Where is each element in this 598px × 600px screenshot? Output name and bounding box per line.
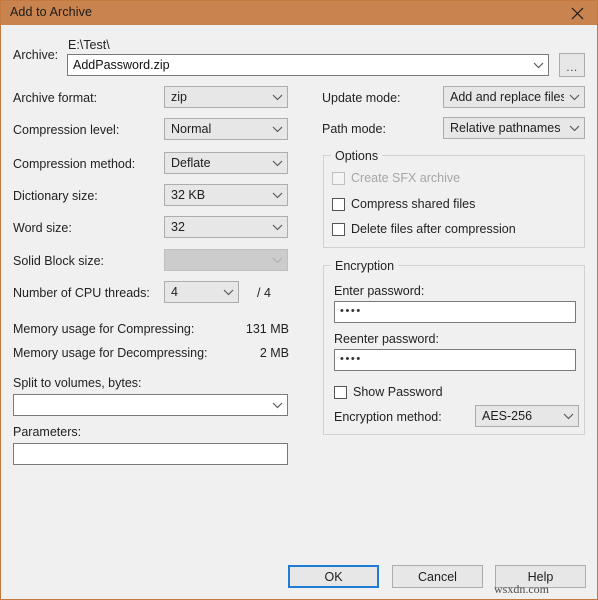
- split-volumes-input[interactable]: [13, 394, 288, 416]
- add-to-archive-dialog: Add to Archive Archive: E:\Test\ AddPass…: [0, 0, 598, 600]
- ok-button-label: OK: [324, 569, 343, 584]
- compression-method-label: Compression method:: [13, 157, 136, 171]
- encryption-method-select[interactable]: AES-256: [475, 405, 579, 427]
- memory-compressing-value: 131 MB: [245, 322, 289, 336]
- cpu-threads-total: / 4: [257, 286, 271, 300]
- browse-button[interactable]: ...: [559, 53, 585, 77]
- compression-method-select[interactable]: Deflate: [164, 152, 288, 174]
- compression-level-select[interactable]: Normal: [164, 118, 288, 140]
- show-password-checkbox[interactable]: [334, 385, 347, 399]
- archive-name-input[interactable]: AddPassword.zip: [67, 54, 549, 76]
- encryption-group-title: Encryption: [331, 259, 399, 273]
- compression-level-label: Compression level:: [13, 123, 120, 137]
- archive-format-label: Archive format:: [13, 91, 98, 105]
- path-mode-value: Relative pathnames: [450, 121, 561, 135]
- parameters-input[interactable]: [13, 443, 288, 465]
- solid-block-size-select: [164, 249, 288, 271]
- delete-files-after-compression-checkbox-row[interactable]: Delete files after compression: [332, 222, 516, 236]
- delete-files-after-compression-label: Delete files after compression: [351, 222, 516, 236]
- window-title: Add to Archive: [10, 5, 93, 19]
- create-sfx-label: Create SFX archive: [351, 171, 461, 185]
- chevron-down-icon: [267, 94, 287, 101]
- enter-password-input[interactable]: ••••: [334, 301, 576, 323]
- parameters-label: Parameters:: [13, 425, 82, 439]
- create-sfx-checkbox: [332, 171, 345, 185]
- enter-password-label: Enter password:: [334, 284, 425, 298]
- show-password-checkbox-row[interactable]: Show Password: [334, 385, 443, 399]
- chevron-down-icon: [267, 402, 287, 409]
- cpu-threads-value: 4: [171, 285, 178, 299]
- chevron-down-icon: [267, 126, 287, 133]
- compress-shared-files-label: Compress shared files: [351, 197, 476, 211]
- encryption-method-value: AES-256: [482, 409, 533, 423]
- reenter-password-input[interactable]: ••••: [334, 349, 576, 371]
- close-icon: [571, 7, 583, 19]
- path-mode-label: Path mode:: [322, 122, 386, 136]
- watermark: wsxdn.com: [494, 582, 549, 596]
- title-bar: Add to Archive: [1, 1, 597, 25]
- update-mode-value: Add and replace files: [450, 90, 564, 104]
- archive-path-text: E:\Test\: [68, 38, 110, 52]
- encryption-method-label: Encryption method:: [334, 410, 442, 424]
- word-size-select[interactable]: 32: [164, 216, 288, 238]
- reenter-password-label: Reenter password:: [334, 332, 439, 346]
- split-volumes-label: Split to volumes, bytes:: [13, 376, 142, 390]
- memory-decompressing-label: Memory usage for Decompressing:: [13, 346, 208, 360]
- ok-button[interactable]: OK: [288, 565, 379, 588]
- chevron-down-icon: [267, 192, 287, 199]
- chevron-down-icon: [267, 224, 287, 231]
- enter-password-value: ••••: [340, 305, 362, 317]
- create-sfx-checkbox-row: Create SFX archive: [332, 171, 460, 185]
- close-button[interactable]: [555, 1, 597, 25]
- memory-compressing-label: Memory usage for Compressing:: [13, 322, 195, 336]
- chevron-down-icon: [564, 94, 584, 101]
- chevron-down-icon: [267, 160, 287, 167]
- word-size-label: Word size:: [13, 221, 72, 235]
- dictionary-size-select[interactable]: 32 KB: [164, 184, 288, 206]
- cpu-threads-select[interactable]: 4: [164, 281, 239, 303]
- archive-format-value: zip: [171, 90, 187, 104]
- compress-shared-files-checkbox-row[interactable]: Compress shared files: [332, 197, 475, 211]
- update-mode-label: Update mode:: [322, 91, 401, 105]
- archive-name-value: AddPassword.zip: [73, 58, 170, 72]
- options-group-title: Options: [331, 149, 383, 163]
- word-size-value: 32: [171, 220, 185, 234]
- archive-label: Archive:: [13, 48, 59, 62]
- delete-files-after-compression-checkbox[interactable]: [332, 222, 345, 236]
- dictionary-size-label: Dictionary size:: [13, 189, 98, 203]
- chevron-down-icon: [564, 125, 584, 132]
- browse-button-label: ...: [566, 60, 578, 74]
- reenter-password-value: ••••: [340, 353, 362, 365]
- path-mode-select[interactable]: Relative pathnames: [443, 117, 585, 139]
- compress-shared-files-checkbox[interactable]: [332, 197, 345, 211]
- cancel-button[interactable]: Cancel: [392, 565, 483, 588]
- chevron-down-icon: [218, 289, 238, 296]
- chevron-down-icon: [528, 62, 548, 69]
- chevron-down-icon: [267, 257, 287, 264]
- compression-method-value: Deflate: [171, 156, 211, 170]
- dictionary-size-value: 32 KB: [171, 188, 206, 202]
- compression-level-value: Normal: [171, 122, 212, 136]
- cancel-button-label: Cancel: [418, 569, 457, 584]
- chevron-down-icon: [558, 413, 578, 420]
- memory-decompressing-value: 2 MB: [259, 346, 289, 360]
- show-password-label: Show Password: [353, 385, 443, 399]
- update-mode-select[interactable]: Add and replace files: [443, 86, 585, 108]
- solid-block-size-label: Solid Block size:: [13, 254, 105, 268]
- archive-format-select[interactable]: zip: [164, 86, 288, 108]
- cpu-threads-label: Number of CPU threads:: [13, 286, 150, 300]
